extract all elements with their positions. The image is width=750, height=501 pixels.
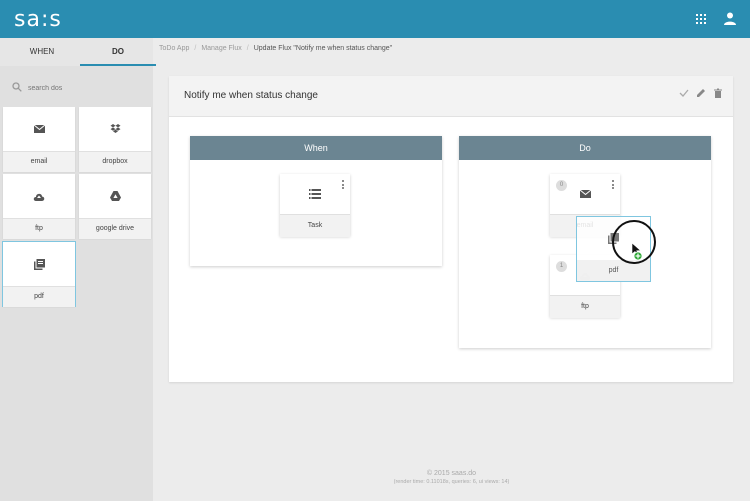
- do-action-label: ftp: [550, 295, 620, 318]
- footer: © 2015 saas.do (render time: 0.11018s, q…: [153, 470, 750, 485]
- google-drive-icon: [109, 191, 121, 201]
- do-box-heading: Do: [459, 136, 711, 160]
- more-options-icon[interactable]: [612, 180, 614, 189]
- app-logo[interactable]: sa:s: [14, 7, 62, 32]
- action-card-pdf[interactable]: pdf: [2, 241, 76, 307]
- breadcrumb: ToDo App / Manage Flux / Update Flux "Notify…: [159, 45, 393, 52]
- check-icon[interactable]: [679, 88, 689, 98]
- action-card-label: google drive: [79, 218, 151, 239]
- when-box-heading: When: [190, 136, 442, 160]
- top-bar: sa:s: [0, 0, 750, 38]
- trigger-card-label: Task: [280, 214, 350, 237]
- pdf-icon: [33, 258, 45, 270]
- search-icon: [12, 82, 22, 92]
- action-card-label: pdf: [3, 286, 75, 307]
- action-card-dropbox[interactable]: dropbox: [79, 107, 151, 172]
- search-box: [12, 81, 142, 95]
- action-card-label: email: [3, 151, 75, 172]
- mouse-cursor-icon: [631, 242, 643, 261]
- app-window: sa:s WHEN DO search dos email dropbox ft…: [0, 0, 750, 501]
- action-card-email[interactable]: email: [3, 107, 75, 172]
- more-options-icon[interactable]: [342, 180, 344, 189]
- breadcrumb-link-manage-flux[interactable]: Manage Flux: [201, 45, 241, 52]
- trash-icon[interactable]: [713, 88, 723, 98]
- user-account-icon[interactable]: [724, 12, 736, 25]
- task-list-icon: [309, 189, 321, 199]
- sidebar: WHEN DO email: [0, 38, 156, 501]
- mail-icon: [33, 125, 45, 133]
- mail-icon: [579, 190, 591, 198]
- footer-stats: (render time: 0.11018s, queries: 6, ui v…: [393, 479, 510, 485]
- sidebar-tabs: WHEN DO: [0, 38, 156, 66]
- footer-copyright: © 2015 saas.do: [426, 470, 477, 477]
- action-card-ftp[interactable]: ftp: [3, 174, 75, 239]
- breadcrumb-current: Update Flux "Notify me when status chang…: [253, 45, 393, 52]
- edit-pencil-icon[interactable]: [696, 88, 706, 98]
- search-input[interactable]: [28, 81, 138, 95]
- apps-grid-icon[interactable]: [696, 14, 706, 24]
- cloud-upload-icon: [33, 193, 45, 201]
- dropbox-icon: [110, 124, 120, 133]
- flux-title: Notify me when status change: [184, 90, 318, 101]
- action-card-label: ftp: [3, 218, 75, 239]
- trigger-card-task[interactable]: Task: [280, 174, 350, 237]
- flux-panel-header: Notify me when status change: [169, 76, 733, 117]
- action-card-label: dropbox: [79, 151, 151, 172]
- tab-when[interactable]: WHEN: [4, 38, 80, 66]
- tab-do[interactable]: DO: [80, 38, 156, 66]
- action-card-google-drive[interactable]: google drive: [79, 174, 151, 239]
- breadcrumb-link-todo-app[interactable]: ToDo App: [159, 45, 189, 52]
